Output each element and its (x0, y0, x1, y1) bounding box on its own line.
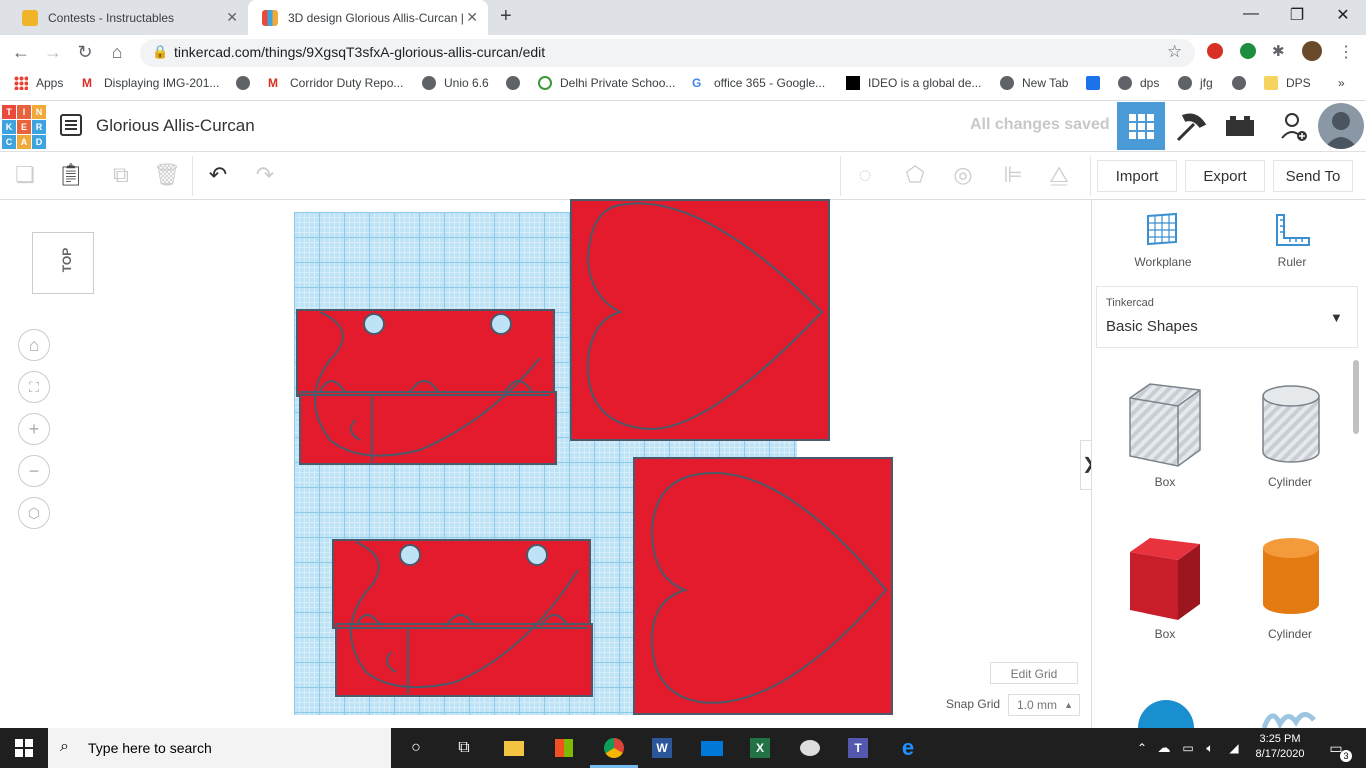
teams-icon[interactable]: T (846, 736, 870, 760)
workplane-label: Workplane (1134, 255, 1192, 269)
paint-icon[interactable] (798, 736, 822, 760)
shape-label: Box (1154, 475, 1176, 489)
heart-plate-top[interactable] (570, 199, 830, 441)
library-source: Tinkercad (1106, 297, 1154, 309)
bookmark-item[interactable]: DPS (1264, 76, 1311, 90)
battery-icon[interactable]: ▭ (1176, 736, 1200, 760)
mail-icon[interactable] (700, 736, 724, 760)
clock-date: 8/17/2020 (1255, 748, 1305, 760)
wifi-icon[interactable]: ◢ (1222, 736, 1246, 760)
view-cube[interactable]: TOP (32, 232, 94, 294)
windows-start-icon[interactable] (12, 736, 36, 760)
zoom-in-icon[interactable]: + (18, 413, 50, 445)
import-button[interactable]: Import (1097, 160, 1177, 192)
show-hidden-icons-icon[interactable]: ⌃ (1130, 736, 1154, 760)
3d-view-button[interactable] (1117, 102, 1165, 150)
clock-time: 3:25 PM (1259, 733, 1301, 745)
puzzle-plate-top[interactable] (296, 309, 557, 465)
cylinder-solid-icon (1263, 538, 1319, 614)
store-icon[interactable] (552, 736, 576, 760)
user-avatar[interactable] (1318, 103, 1364, 149)
word-icon[interactable]: W (650, 736, 674, 760)
extension-red-icon[interactable] (1207, 43, 1223, 59)
cylinder-hole-icon (1262, 385, 1320, 463)
taskbar-search-box[interactable]: ⌕ Type here to search (48, 728, 391, 768)
lego-brick-icon[interactable] (1224, 114, 1256, 138)
maximize-icon[interactable]: ❐ (1274, 5, 1320, 25)
minimize-icon[interactable]: — (1228, 5, 1274, 23)
shape-sphere[interactable] (1138, 700, 1194, 728)
cortana-icon[interactable]: ○ (404, 736, 428, 760)
chevron-down-icon: ▼ (1330, 310, 1343, 325)
workplane-icon[interactable] (1144, 212, 1180, 248)
shape-cylinder-solid[interactable] (1259, 536, 1323, 618)
chrome-icon[interactable] (602, 736, 626, 760)
grid-view-icon (1129, 114, 1154, 139)
design-objects (296, 199, 893, 715)
search-icon: ⌕ (60, 738, 69, 755)
caret-up-icon: ▲ (1064, 700, 1073, 710)
zoom-out-icon[interactable]: − (18, 455, 50, 487)
file-explorer-icon[interactable] (502, 736, 526, 760)
task-view-icon[interactable]: ⧉ (452, 736, 476, 760)
volume-icon[interactable]: 🔈︎ (1198, 736, 1222, 760)
ruler-icon[interactable] (1274, 212, 1312, 248)
snap-grid-select[interactable]: 1.0 mm ▲ (1008, 694, 1080, 716)
add-user-icon[interactable] (1280, 112, 1308, 142)
profile-avatar-icon[interactable] (1302, 41, 1322, 61)
extensions-puzzle-icon[interactable]: ✱ (1272, 42, 1285, 60)
shape-box-solid[interactable] (1124, 534, 1206, 626)
shape-box-hole[interactable] (1124, 380, 1206, 472)
more-bookmarks-icon[interactable]: » (1338, 76, 1345, 90)
extension-green-icon[interactable] (1240, 43, 1256, 59)
edge-icon[interactable]: e (896, 735, 920, 760)
excel-icon[interactable]: X (748, 736, 772, 760)
puzzle-plate-bottom[interactable] (332, 539, 593, 697)
shape-library-dropdown[interactable] (1096, 286, 1358, 348)
globe-icon (1118, 76, 1132, 90)
folder-icon (1264, 76, 1278, 90)
panel-scrollbar[interactable] (1353, 360, 1359, 434)
browser-menu-icon[interactable]: ⋮ (1338, 42, 1354, 62)
shape-label: Cylinder (1267, 475, 1312, 489)
send-to-button[interactable]: Send To (1273, 160, 1353, 192)
globe-icon (1232, 76, 1246, 90)
scribble-icon (1262, 712, 1316, 728)
bookmark-item[interactable]: jfg (1178, 76, 1213, 90)
minecraft-pickaxe-icon[interactable] (1170, 108, 1210, 148)
close-window-icon[interactable]: ✕ (1320, 5, 1366, 25)
onedrive-icon[interactable]: ☁ (1152, 736, 1176, 760)
notifications-icon[interactable]: ▭ 3 (1324, 736, 1352, 762)
bookmark-star-icon[interactable]: ☆ (1167, 42, 1182, 62)
fit-view-icon[interactable]: ⛶ (18, 371, 50, 403)
shape-scribble[interactable] (1262, 706, 1316, 728)
box-solid-icon (1130, 538, 1200, 620)
globe-icon (1178, 76, 1192, 90)
heart-plate-bottom[interactable] (633, 457, 893, 715)
bookmark-item[interactable]: dps (1118, 76, 1159, 90)
perspective-icon[interactable]: ⬡ (18, 497, 50, 529)
search-placeholder: Type here to search (88, 740, 212, 756)
notification-count: 3 (1340, 750, 1352, 762)
toolbar-divider (1090, 156, 1091, 196)
export-button[interactable]: Export (1185, 160, 1265, 192)
sphere-icon (1138, 700, 1194, 728)
ruler-label: Ruler (1277, 255, 1307, 269)
shape-label: Cylinder (1267, 627, 1312, 641)
shape-label: Box (1154, 627, 1176, 641)
home-view-icon[interactable]: ⌂ (18, 329, 50, 361)
bookmark-item[interactable] (1232, 76, 1254, 90)
box-hole-icon (1129, 383, 1201, 467)
edit-grid-button[interactable]: Edit Grid (990, 662, 1078, 684)
shape-cylinder-hole[interactable] (1259, 384, 1323, 466)
snap-grid-label: Snap Grid (946, 697, 1001, 711)
library-name: Basic Shapes (1106, 318, 1198, 335)
snap-grid-value: 1.0 mm (1017, 698, 1058, 712)
taskbar-clock[interactable]: 3:25 PM 8/17/2020 (1252, 732, 1308, 762)
view-cube-face-label: TOP (60, 247, 75, 273)
